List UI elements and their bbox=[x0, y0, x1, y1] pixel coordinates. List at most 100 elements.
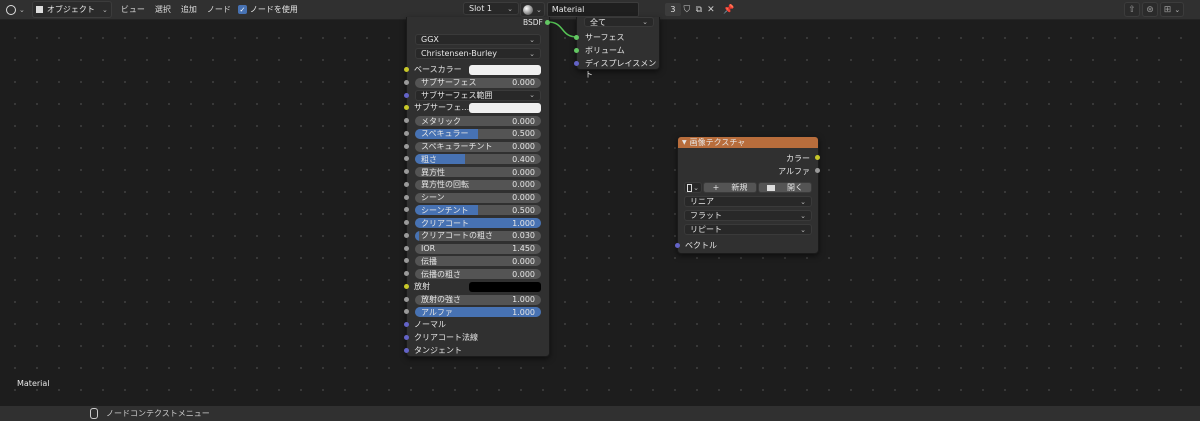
duplicate-icon[interactable]: ⧉ bbox=[693, 3, 705, 16]
color-swatch[interactable] bbox=[469, 65, 541, 75]
bsdf-input-socket[interactable] bbox=[404, 334, 409, 340]
node-editor-icon bbox=[6, 4, 16, 15]
bsdf-field-label: 異方性 bbox=[421, 167, 445, 177]
displacement-input-socket[interactable] bbox=[574, 61, 579, 66]
subsurface-method-dropdown[interactable]: Christensen-Burley ⌄ bbox=[415, 48, 541, 59]
material-users-count[interactable]: 3 bbox=[664, 3, 681, 16]
bsdf-output-socket[interactable] bbox=[545, 20, 550, 25]
menu-add[interactable]: 追加 bbox=[176, 4, 202, 15]
material-browse-button[interactable]: ⌄ bbox=[520, 2, 545, 17]
color-swatch[interactable] bbox=[469, 103, 541, 114]
bsdf-value-field[interactable]: シーン 0.000 bbox=[415, 192, 541, 203]
bsdf-input-socket[interactable] bbox=[404, 347, 409, 353]
bsdf-value-field[interactable]: 異方性 0.000 bbox=[415, 167, 541, 177]
bsdf-input-socket[interactable] bbox=[404, 181, 409, 187]
color-swatch[interactable] bbox=[469, 281, 541, 292]
bsdf-field-label: スペキュラー bbox=[421, 129, 469, 139]
bsdf-input-socket[interactable] bbox=[404, 207, 409, 213]
output-target-dropdown[interactable]: 全て ⌄ bbox=[584, 17, 654, 27]
bsdf-input-socket[interactable] bbox=[404, 232, 409, 238]
bsdf-value-field[interactable]: 粗さ 0.400 bbox=[415, 154, 541, 165]
collapse-arrow-icon[interactable]: ▼ bbox=[682, 139, 687, 146]
material-name-field[interactable]: Material bbox=[546, 2, 639, 17]
chevron-down-icon: ⌄ bbox=[102, 5, 108, 14]
bsdf-value-field[interactable]: スペキュラーチント 0.000 bbox=[415, 141, 541, 152]
bsdf-value-field[interactable]: スペキュラー 0.500 bbox=[415, 128, 541, 139]
pin-icon[interactable]: 📌 bbox=[723, 3, 735, 16]
bsdf-value-field[interactable]: 異方性の回転 0.000 bbox=[415, 179, 541, 190]
bsdf-field-label: シーン bbox=[421, 193, 445, 202]
bsdf-input-socket[interactable] bbox=[404, 296, 409, 302]
bsdf-value-field[interactable]: シーンチント 0.500 bbox=[415, 205, 541, 216]
bsdf-input-socket[interactable] bbox=[404, 118, 409, 123]
bsdf-input-socket[interactable] bbox=[404, 67, 409, 72]
bsdf-input-socket[interactable] bbox=[404, 322, 409, 327]
object-mode-dropdown[interactable]: オブジェクト ⌄ bbox=[31, 1, 112, 18]
distribution-dropdown[interactable]: GGX ⌄ bbox=[415, 34, 541, 45]
bsdf-input-socket[interactable] bbox=[404, 79, 409, 85]
bsdf-field-value: 0.500 bbox=[512, 205, 535, 215]
material-output-node[interactable]: 全て ⌄ サーフェス ボリューム ディスプレイスメント bbox=[574, 17, 660, 79]
material-selector: ⌄ Material 3 ⛉ ⧉ ✕ 📌 bbox=[520, 2, 735, 17]
parent-node-tree-icon[interactable]: ⇧ bbox=[1124, 2, 1140, 17]
bsdf-value-field[interactable]: アルファ 1.000 bbox=[415, 307, 541, 318]
bsdf-input-socket[interactable] bbox=[404, 105, 409, 111]
extension-dropdown[interactable]: リピート ⌄ bbox=[684, 224, 812, 235]
bsdf-input-socket[interactable] bbox=[404, 92, 409, 98]
bsdf-input-socket[interactable] bbox=[404, 220, 409, 225]
color-output-socket[interactable] bbox=[815, 155, 820, 160]
bsdf-field-value: 0.500 bbox=[512, 129, 535, 139]
bsdf-dropdown-field[interactable]: サブサーフェス範囲 ⌄ bbox=[415, 89, 541, 101]
new-image-button[interactable]: + 新規 bbox=[703, 182, 757, 193]
bsdf-input-socket[interactable] bbox=[404, 169, 409, 174]
bsdf-input-socket[interactable] bbox=[404, 245, 409, 251]
menu-node[interactable]: ノード bbox=[202, 4, 236, 15]
use-nodes-toggle[interactable]: ✓ ノードを使用 bbox=[237, 4, 298, 15]
bsdf-value-field[interactable]: IOR 1.450 bbox=[415, 243, 541, 254]
fake-user-shield-icon[interactable]: ⛉ bbox=[681, 3, 693, 16]
volume-input-socket[interactable] bbox=[574, 48, 579, 53]
bsdf-value-field[interactable]: クリアコートの粗さ 0.030 bbox=[415, 230, 541, 241]
menu-view[interactable]: ビュー bbox=[116, 4, 150, 15]
use-nodes-label: ノードを使用 bbox=[249, 5, 298, 14]
volume-input-label: ボリューム bbox=[585, 46, 625, 55]
bsdf-value-field[interactable]: 伝播 0.000 bbox=[415, 256, 541, 267]
principled-bsdf-node[interactable]: BSDF GGX ⌄ Christensen-Burley ⌄ ベースカラー サブ… bbox=[404, 17, 550, 357]
alpha-output-socket[interactable] bbox=[815, 168, 820, 173]
bsdf-input-socket[interactable] bbox=[404, 130, 409, 136]
interpolation-dropdown[interactable]: リニア ⌄ bbox=[684, 196, 812, 207]
projection-dropdown[interactable]: フラット ⌄ bbox=[684, 210, 812, 221]
interpolation-label: リニア bbox=[690, 197, 714, 206]
checkbox-icon[interactable]: ✓ bbox=[237, 5, 247, 14]
image-browse-button[interactable]: ⌄ bbox=[684, 182, 702, 193]
bsdf-value-field[interactable]: サブサーフェス 0.000 bbox=[415, 77, 541, 88]
bsdf-field-value: 0.000 bbox=[512, 167, 535, 177]
vector-input-socket[interactable] bbox=[675, 243, 680, 248]
bsdf-input-socket[interactable] bbox=[404, 156, 409, 162]
snap-mode-dropdown[interactable]: ⊞ ⌄ bbox=[1160, 2, 1184, 17]
bsdf-field-value: 1.000 bbox=[512, 307, 535, 317]
bsdf-input-socket[interactable] bbox=[404, 258, 409, 264]
slot-dropdown[interactable]: Slot 1 ⌄ bbox=[463, 2, 519, 15]
surface-input-socket[interactable] bbox=[574, 35, 579, 40]
object-mode-label: オブジェクト bbox=[46, 5, 95, 14]
bsdf-value-field[interactable]: 伝播の粗さ 0.000 bbox=[415, 269, 541, 279]
close-icon[interactable]: ✕ bbox=[705, 3, 717, 16]
image-texture-node[interactable]: ▼ 画像テクスチャ カラー アルファ ⌄ + 新規 開く リニア ⌄ フラット … bbox=[675, 136, 820, 254]
bsdf-value-field[interactable]: メタリック 0.000 bbox=[415, 116, 541, 126]
bsdf-input-socket[interactable] bbox=[404, 283, 409, 289]
bsdf-field-label: サブサーフェス範囲 bbox=[421, 90, 493, 100]
bsdf-input-socket[interactable] bbox=[404, 271, 409, 276]
editor-type-button[interactable]: ⌄ bbox=[3, 2, 28, 17]
bsdf-input-socket[interactable] bbox=[404, 309, 409, 315]
bsdf-field-label: サブサーフェス bbox=[421, 78, 477, 88]
snap-icon[interactable]: ⊛ bbox=[1142, 2, 1158, 17]
open-image-button[interactable]: 開く bbox=[758, 182, 812, 193]
bsdf-value-field[interactable]: 放射の強さ 1.000 bbox=[415, 294, 541, 305]
image-texture-header[interactable]: ▼ 画像テクスチャ bbox=[678, 137, 818, 148]
bsdf-value-field[interactable]: クリアコート 1.000 bbox=[415, 218, 541, 228]
bsdf-input-socket[interactable] bbox=[404, 143, 409, 149]
bsdf-field-label: クリアコートの粗さ bbox=[421, 231, 493, 241]
bsdf-input-socket[interactable] bbox=[404, 194, 409, 200]
menu-select[interactable]: 選択 bbox=[150, 4, 176, 15]
